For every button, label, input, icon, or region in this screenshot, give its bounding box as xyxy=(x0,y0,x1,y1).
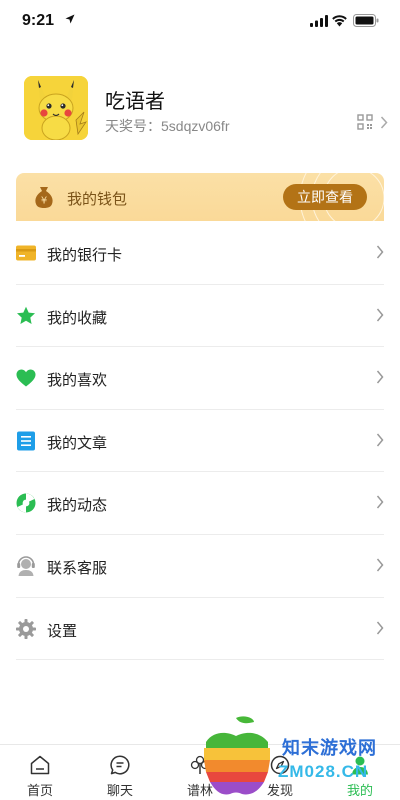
bank-card-icon xyxy=(16,245,36,261)
chevron-right-icon xyxy=(376,308,384,322)
money-bag-icon: ¥ xyxy=(35,187,53,208)
menu-label: 联系客服 xyxy=(47,559,108,577)
chevron-right-icon xyxy=(376,370,384,384)
menu-item-articles[interactable]: 我的文章 xyxy=(16,410,384,473)
wifi-icon xyxy=(332,15,347,27)
menu-item-bank-card[interactable]: 我的银行卡 xyxy=(16,222,384,285)
article-icon xyxy=(17,431,35,451)
watermark-url: ZM028.CN xyxy=(278,762,369,781)
menu-label: 设置 xyxy=(47,622,78,640)
menu-label: 我的动态 xyxy=(47,497,108,515)
chevron-right-icon xyxy=(376,245,384,259)
wallet-banner[interactable]: ¥ 我的钱包 立即查看 xyxy=(16,173,384,221)
watermark: 知末游戏网 ZM028.CN xyxy=(196,712,400,800)
chevron-right-icon xyxy=(376,495,384,509)
status-time: 9:21 xyxy=(22,12,55,29)
account-id: 天奖号：5sdqzv06fr xyxy=(105,118,230,134)
tab-label: 聊天 xyxy=(106,783,133,798)
chevron-right-icon xyxy=(376,433,384,447)
battery-icon xyxy=(353,14,379,27)
menu-item-settings[interactable]: 设置 xyxy=(16,598,384,661)
profile-header[interactable]: 吃语者 天奖号：5sdqzv06fr xyxy=(24,76,388,144)
tab-chat[interactable]: 聊天 xyxy=(90,745,150,800)
username: 吃语者 xyxy=(105,91,165,113)
svg-text:¥: ¥ xyxy=(41,196,47,207)
menu-item-likes[interactable]: 我的喜欢 xyxy=(16,347,384,410)
customer-service-icon xyxy=(17,556,35,576)
menu-item-favorites[interactable]: 我的收藏 xyxy=(16,285,384,348)
location-arrow-icon xyxy=(65,14,75,24)
qr-code-icon[interactable] xyxy=(357,114,373,130)
moments-icon xyxy=(16,493,36,513)
menu-item-moments[interactable]: 我的动态 xyxy=(16,472,384,535)
tab-home[interactable]: 首页 xyxy=(10,745,70,800)
menu-label: 我的收藏 xyxy=(47,309,108,327)
tab-label: 首页 xyxy=(26,783,53,798)
menu-label: 我的喜欢 xyxy=(47,372,108,390)
star-icon xyxy=(17,306,35,324)
menu-label: 我的文章 xyxy=(47,434,108,452)
wallet-label: 我的钱包 xyxy=(67,191,128,208)
chevron-right-icon xyxy=(376,558,384,572)
menu-item-customer-service[interactable]: 联系客服 xyxy=(16,535,384,598)
view-wallet-button[interactable]: 立即查看 xyxy=(283,184,367,210)
chevron-right-icon xyxy=(380,116,388,129)
menu-list: 我的银行卡 我的收藏 我的喜欢 我的文章 我的动态 联系客服 设置 xyxy=(16,222,384,661)
apple-logo-icon xyxy=(204,716,270,795)
status-bar: 9:21 xyxy=(0,0,400,44)
cellular-signal-icon xyxy=(310,15,328,27)
heart-icon xyxy=(16,369,36,387)
chevron-right-icon xyxy=(376,621,384,635)
watermark-title: 知末游戏网 xyxy=(282,738,377,758)
gear-icon xyxy=(16,618,36,639)
menu-label: 我的银行卡 xyxy=(47,247,123,264)
chat-icon xyxy=(110,755,130,775)
home-icon xyxy=(30,755,50,775)
pikachu-avatar-icon xyxy=(24,76,88,140)
avatar[interactable] xyxy=(24,76,88,140)
